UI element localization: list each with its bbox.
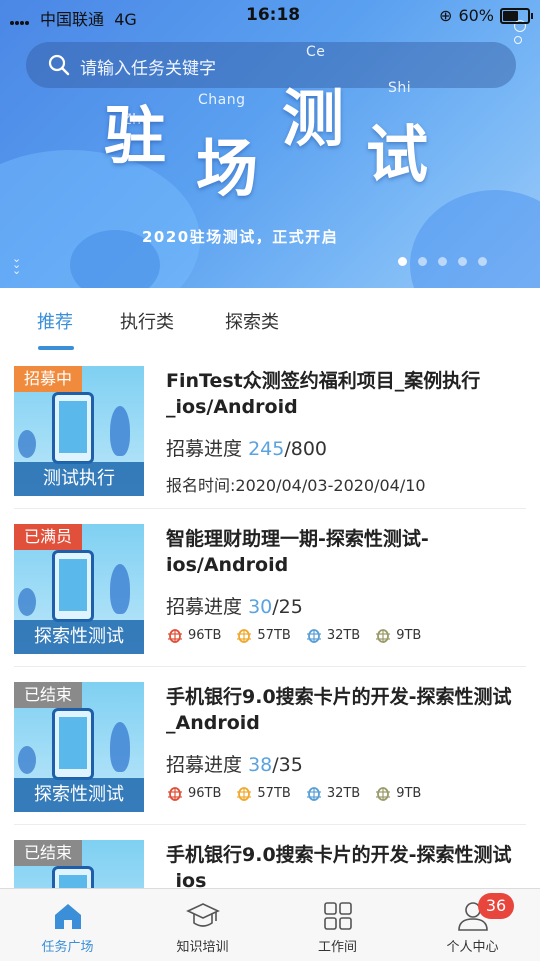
thumbnail-caption: 探索性测试 <box>14 778 144 812</box>
tab-recommended[interactable]: 推荐 <box>37 308 73 334</box>
status-badge: 已结束 <box>14 840 83 866</box>
recruit-progress: 招募进度 38/35 <box>166 754 303 776</box>
thumbnail-caption: 探索性测试 <box>14 620 144 654</box>
banner-subtitle: 2020驻场测试，正式开启 <box>142 228 339 246</box>
bug-stat-critical: 96TB <box>166 784 221 802</box>
status-badge: 已结束 <box>14 682 83 708</box>
recruit-progress: 招募进度 245/800 <box>166 438 327 460</box>
task-title: 手机银行9.0搜索卡片的开发-探索性测试_ios <box>166 844 512 888</box>
search-placeholder: 请输入任务关键字 <box>80 59 216 79</box>
grid-icon <box>323 902 352 930</box>
banner-title-char: 试 <box>366 118 429 191</box>
banner-pager[interactable] <box>398 257 487 266</box>
battery-percent: 60% <box>458 6 494 25</box>
bug-stats: 96TB 57TB 32TB 9TB <box>166 784 421 802</box>
signal-icon <box>10 10 30 29</box>
bug-icon <box>168 787 182 801</box>
banner-title-char: 测 <box>282 82 345 155</box>
pager-dot[interactable] <box>398 257 407 266</box>
bug-stats: 96TB 57TB 32TB 9TB <box>166 626 421 644</box>
task-card[interactable]: 测试执行 招募中 FinTest众测签约福利项目_案例执行_ios/Androi… <box>0 366 540 524</box>
banner-title-char: 场 <box>196 132 259 205</box>
pager-dot[interactable] <box>478 257 487 266</box>
orientation-lock-icon: ⊕ <box>439 6 453 25</box>
bug-icon <box>306 629 321 643</box>
bug-icon <box>168 629 182 643</box>
category-tabs: 推荐 执行类 探索类 <box>0 288 540 354</box>
status-right: ⊕ 60% <box>439 6 533 25</box>
bug-icon <box>376 787 391 801</box>
banner-decor <box>410 190 540 288</box>
bug-stat-major: 57TB <box>235 626 291 644</box>
tab-execution[interactable]: 执行类 <box>120 308 174 334</box>
nav-label: 个人中心 <box>446 940 499 955</box>
banner-pinyin: Shi <box>388 80 412 96</box>
bug-stat-major: 57TB <box>235 784 291 802</box>
status-bar: 中国联通 4G 16:18 ⊕ 60% <box>0 0 540 30</box>
bug-icon <box>376 629 391 643</box>
status-badge: 已满员 <box>14 524 83 550</box>
banner-pinyin: Ce <box>306 44 326 60</box>
divider <box>14 666 526 667</box>
pager-dot[interactable] <box>438 257 447 266</box>
status-badge: 招募中 <box>14 366 83 392</box>
nav-knowledge-training[interactable]: 知识培训 <box>135 889 270 961</box>
bug-icon <box>237 629 252 643</box>
divider <box>14 508 526 509</box>
banner-decor <box>514 36 522 44</box>
tab-exploration[interactable]: 探索类 <box>225 308 279 334</box>
pager-dot[interactable] <box>458 257 467 266</box>
divider <box>14 824 526 825</box>
task-title: 智能理财助理一期-探索性测试-ios/Android <box>166 528 429 576</box>
bug-stat-critical: 96TB <box>166 626 221 644</box>
graduation-cap-icon <box>185 903 220 927</box>
nav-personal-center[interactable]: 个人中心 <box>405 889 540 961</box>
battery-icon <box>500 7 533 24</box>
signup-date: 报名时间:2020/04/03-2020/04/10 <box>166 476 426 495</box>
banner-title-char: 驻 <box>104 99 167 172</box>
banner-carousel[interactable]: ⌄ ⌄ ⌄ 中国联通 4G 16:18 ⊕ 60% 请输入任务关键字 Zhu Cha… <box>0 0 540 288</box>
home-icon <box>54 904 81 929</box>
tab-indicator <box>38 346 74 350</box>
bug-stat-minor: 32TB <box>305 626 360 644</box>
search-bar[interactable]: 请输入任务关键字 <box>26 42 516 88</box>
bug-icon <box>237 787 252 801</box>
bug-stat-trivial: 9TB <box>374 626 421 644</box>
thumbnail-caption: 测试执行 <box>14 462 144 496</box>
bug-icon <box>306 787 321 801</box>
search-icon <box>48 54 70 76</box>
bug-stat-minor: 32TB <box>305 784 360 802</box>
task-title: FinTest众测签约福利项目_案例执行_ios/Android <box>166 370 481 418</box>
task-card[interactable]: 探索性测试 已满员 智能理财助理一期-探索性测试-ios/Android 招募进… <box>0 524 540 682</box>
bug-stat-trivial: 9TB <box>374 784 421 802</box>
banner-decor: ⌄ ⌄ ⌄ <box>12 252 22 277</box>
nav-label: 任务广场 <box>41 940 94 955</box>
notification-badge: 36 <box>478 893 514 919</box>
carrier-label: 中国联通 4G <box>40 10 137 29</box>
nav-workspace[interactable]: 工作间 <box>270 889 405 961</box>
nav-task-square[interactable]: 任务广场 <box>0 889 135 961</box>
clock: 16:18 <box>246 5 301 25</box>
nav-label: 工作间 <box>317 940 357 955</box>
pager-dot[interactable] <box>418 257 427 266</box>
banner-pinyin: Chang <box>198 92 246 108</box>
recruit-progress: 招募进度 30/25 <box>166 596 303 618</box>
task-title: 手机银行9.0搜索卡片的开发-探索性测试_Android <box>166 686 512 734</box>
task-card[interactable]: 已结束 手机银行9.0搜索卡片的开发-探索性测试_ios <box>0 840 540 888</box>
task-card[interactable]: 探索性测试 已结束 手机银行9.0搜索卡片的开发-探索性测试_Android 招… <box>0 682 540 840</box>
bottom-nav: 任务广场 知识培训 工作间 个人中心 36 <box>0 888 540 961</box>
nav-label: 知识培训 <box>176 940 229 955</box>
